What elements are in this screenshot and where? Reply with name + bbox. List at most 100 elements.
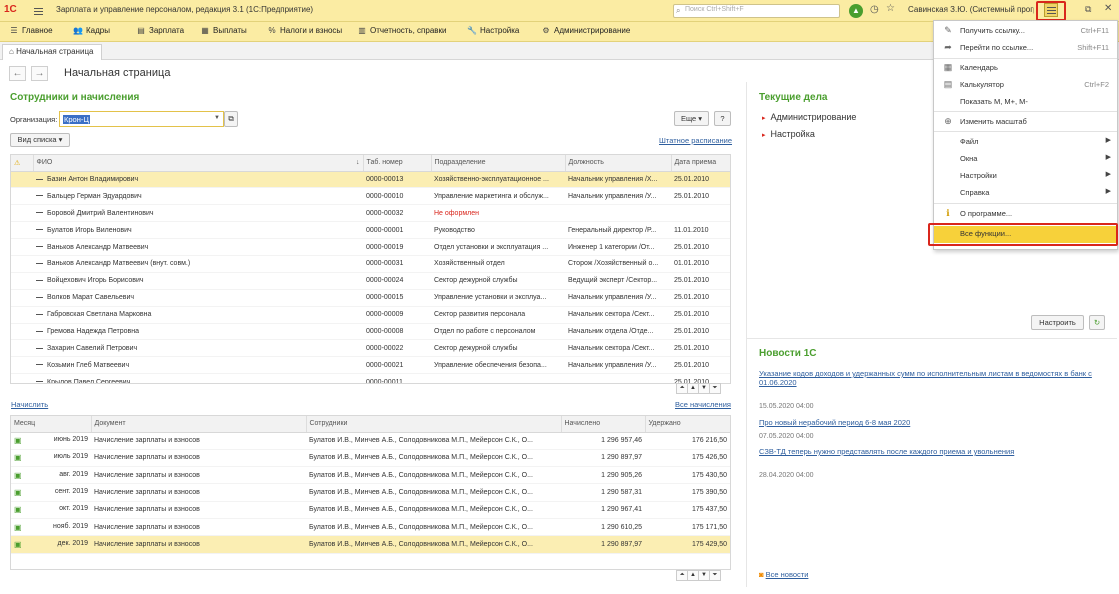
row-marker-cell xyxy=(11,356,33,375)
close-icon[interactable]: ✕ xyxy=(1104,3,1112,14)
chevron-down-icon[interactable]: ▼ xyxy=(214,115,220,121)
column-header-employees[interactable]: Сотрудники xyxy=(306,416,562,433)
column-header-withheld[interactable]: Удержано xyxy=(645,416,730,433)
menu-item[interactable]: ➦ Перейти по ссылке... Shift+F11 xyxy=(934,40,1117,57)
table-row[interactable]: ▣ авг. 2019 Начисление зарплаты и взносов Б… xyxy=(11,466,730,485)
column-header-name[interactable]: ФИО ↓ xyxy=(33,155,364,172)
employee-name: Базин Антон Владимирович xyxy=(47,175,139,183)
cell-accrued: 1 290 587,31 xyxy=(561,483,645,502)
help-button[interactable]: ? xyxy=(714,111,731,126)
column-header-dept[interactable]: Подразделение xyxy=(431,155,566,172)
news-link[interactable]: СЗВ-ТД теперь нужно представлять после к… xyxy=(759,447,1014,456)
menu-item[interactable]: ℹ О программе... xyxy=(934,206,1117,223)
favorites-icon[interactable]: ☆ xyxy=(886,3,895,14)
more-button[interactable]: Еще ▾ xyxy=(674,111,709,126)
menubar-item[interactable]: ▥ Отчетность, справки xyxy=(356,26,446,35)
org-field[interactable]: Крон-Ц ▼ xyxy=(59,111,224,127)
column-header-document[interactable]: Документ xyxy=(91,416,307,433)
user-name[interactable]: Савинская З.Ю. (Системный программист) xyxy=(908,5,1034,14)
tab-home[interactable]: ⌂ Начальная страница xyxy=(2,44,102,60)
table-row[interactable]: Гремова Надежда Петровна 0000-00008 Отдел … xyxy=(11,323,730,341)
staff-schedule-link[interactable]: Штатное расписание xyxy=(659,136,732,145)
menu-item-shortcut: Ctrl+F2 xyxy=(1084,80,1109,89)
calculate-link[interactable]: Начислить xyxy=(11,400,48,409)
all-news-link[interactable]: Все новости xyxy=(766,570,809,579)
cell-tab: 0000-00010 xyxy=(363,187,431,206)
table-row[interactable]: Булатов Игорь Виленович 0000-00001 Руковод… xyxy=(11,221,730,240)
column-header-accrued[interactable]: Начислено xyxy=(561,416,646,433)
menu-item[interactable]: Настройки ▶ xyxy=(934,168,1117,185)
cell-emps: Булатов И.В., Минчев А.Б., Солодовникова… xyxy=(306,432,561,450)
employee-icon xyxy=(36,381,43,383)
submenu-arrow-icon: ▶ xyxy=(1105,188,1111,195)
all-news-row[interactable]: ◙ Все новости xyxy=(759,570,808,579)
column-header-tab[interactable]: Таб. номер xyxy=(363,155,432,172)
table-row[interactable]: Волков Марат Савельевич 0000-00015 Управле… xyxy=(11,289,730,307)
history-icon[interactable]: ◷ xyxy=(870,4,879,15)
column-header-date[interactable]: Дата приема xyxy=(671,155,730,172)
menu-item[interactable]: ✎ Получить ссылку... Ctrl+F11 xyxy=(934,23,1117,40)
menubar-item[interactable]: 👥 Кадры xyxy=(72,26,110,35)
table-row[interactable]: ▣ нояб. 2019 Начисление зарплаты и взносов… xyxy=(11,518,730,537)
table-row[interactable]: Ваньков Александр Матвеевич (внут. совм.… xyxy=(11,255,730,273)
scroll-bottom-icon[interactable]: ⏷ xyxy=(709,570,721,581)
menubar-item[interactable]: ☰ Главное xyxy=(8,26,52,35)
cell-date: 25.01.2010 xyxy=(671,323,730,341)
month-label: июль 2019 xyxy=(53,453,88,461)
table-row[interactable]: ▣ июль 2019 Начисление зарплаты и взносов Б… xyxy=(11,449,730,468)
task-item[interactable]: ▸ Администрирование xyxy=(762,112,856,122)
table-row[interactable]: Боровой Дмитрий Валентинович 0000-00032 Не… xyxy=(11,204,730,223)
menu-item[interactable]: ▦ Календарь xyxy=(934,60,1117,77)
menubar-item[interactable]: ▤ Зарплата xyxy=(135,26,184,35)
table-row[interactable]: ▣ сент. 2019 Начисление зарплаты и взносов… xyxy=(11,483,730,502)
table-row[interactable]: Крылов Павел Сергеевич 0000-00011 25.01.20… xyxy=(11,373,730,383)
open-org-icon[interactable]: ⧉ xyxy=(224,111,238,127)
warning-column-icon[interactable]: ⚠ xyxy=(11,155,34,172)
table-row[interactable]: ▣ июнь 2019 Начисление зарплаты и взносов Б… xyxy=(11,432,730,450)
column-header-position[interactable]: Должность xyxy=(565,155,672,172)
table-row[interactable]: Базин Антон Владимирович 0000-00013 Хозяйс… xyxy=(11,171,730,189)
row-marker-cell xyxy=(11,373,33,383)
restore-icon[interactable]: ⧉ xyxy=(1085,4,1091,15)
forward-button[interactable]: → xyxy=(31,66,48,81)
menubar-item[interactable]: % Налоги и взносы xyxy=(266,26,342,35)
all-accruals-link[interactable]: Все начисления xyxy=(675,400,731,409)
menu-item[interactable]: ⊕ Изменить масштаб xyxy=(934,114,1117,131)
table-row[interactable]: Войцехович Игорь Борисович 0000-00024 Сект… xyxy=(11,272,730,290)
cell-dept xyxy=(431,373,565,383)
table-row[interactable]: Бальцер Герман Эдуардович 0000-00010 Управ… xyxy=(11,187,730,206)
main-menu-icon[interactable] xyxy=(34,8,43,15)
menu-item-shortcut: Ctrl+F11 xyxy=(1080,26,1109,35)
menu-item[interactable]: Окна ▶ xyxy=(934,151,1117,168)
menu-item[interactable]: Справка ▶ xyxy=(934,185,1117,202)
cell-tab: 0000-00009 xyxy=(363,306,431,324)
configure-button[interactable]: Настроить xyxy=(1031,315,1084,330)
cell-pos: Сторож /Хозяйственный о... xyxy=(565,255,671,273)
view-list-button[interactable]: Вид списка ▾ xyxy=(10,133,70,147)
menu-item[interactable]: ▤ Калькулятор Ctrl+F2 xyxy=(934,77,1117,94)
menu-item[interactable]: Файл ▶ xyxy=(934,134,1117,151)
menubar-item[interactable]: ⚙ Администрирование xyxy=(540,26,630,35)
table-row[interactable]: Ваньков Александр Матвеевич 0000-00019 Отд… xyxy=(11,238,730,256)
menubar-item[interactable]: 🔧 Настройка xyxy=(466,26,519,35)
table-row[interactable]: ▣ окт. 2019 Начисление зарплаты и взносов Б… xyxy=(11,501,730,519)
refresh-icon[interactable]: ↻ xyxy=(1089,315,1105,330)
menu-item[interactable]: Показать М, М+, М- xyxy=(934,94,1117,111)
search-input[interactable]: ⌕ Поиск Ctrl+Shift+F xyxy=(673,4,840,18)
table-row[interactable]: Захарин Савелий Петрович 0000-00022 Сектор… xyxy=(11,339,730,358)
employee-name: Булатов Игорь Виленович xyxy=(47,226,132,234)
table-row[interactable]: Габровская Светлана Марковна 0000-00009 Се… xyxy=(11,306,730,324)
column-header-month[interactable]: Месяц xyxy=(11,416,92,433)
news-link[interactable]: Про новый нерабочий период 6-8 мая 2020 xyxy=(759,418,910,427)
notifications-icon[interactable]: ▲ xyxy=(849,4,863,18)
news-link[interactable]: Указание кодов доходов и удержанных сумм… xyxy=(759,369,1114,387)
menubar-item[interactable]: ▦ Выплаты xyxy=(199,26,247,35)
table-row[interactable]: Козьмин Глеб Матвеевич 0000-00021 Управлен… xyxy=(11,356,730,375)
cell-tab: 0000-00031 xyxy=(363,255,431,273)
task-item[interactable]: ▸ Настройка xyxy=(762,129,815,139)
document-icon: ▣ xyxy=(14,505,22,515)
table-row[interactable]: ▣ дек. 2019 Начисление зарплаты и взносов Б… xyxy=(11,535,730,554)
back-button[interactable]: ← xyxy=(9,66,26,81)
cell-emps: Булатов И.В., Минчев А.Б., Солодовникова… xyxy=(306,518,561,537)
scroll-bottom-icon[interactable]: ⏷ xyxy=(709,383,721,394)
